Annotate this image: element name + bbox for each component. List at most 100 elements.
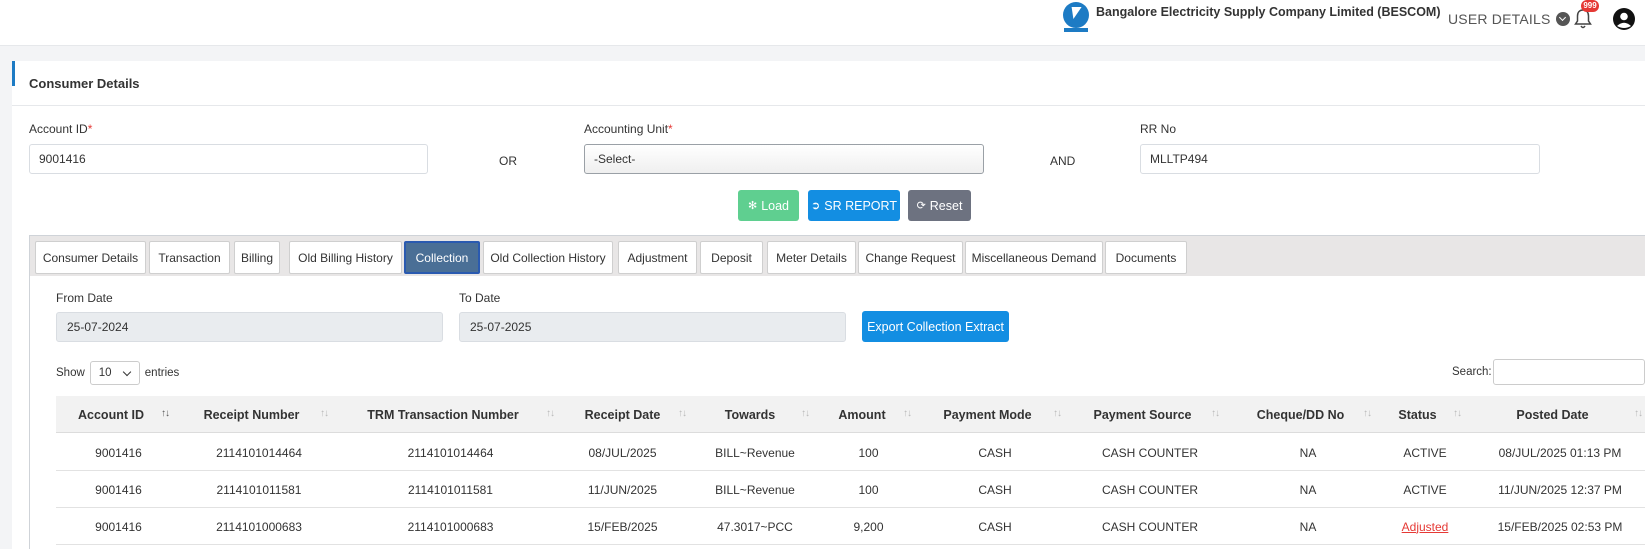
accounting-unit-label: Accounting Unit* xyxy=(584,122,673,136)
sort-icon[interactable]: ↑↓ xyxy=(1211,408,1220,419)
cell-payment-mode: CASH xyxy=(978,519,1012,534)
status-adjusted-link[interactable]: Adjusted xyxy=(1385,508,1465,545)
column-posted-date[interactable]: Posted Date xyxy=(1495,396,1610,433)
column-cheque-dd-no[interactable]: Cheque/DD No xyxy=(1243,396,1358,433)
cell-towards: BILL~Revenue xyxy=(715,445,795,460)
rr-no-label: RR No xyxy=(1140,122,1177,136)
cell-receipt-number: 2114101000683 xyxy=(216,519,302,534)
column-amount[interactable]: Amount xyxy=(822,396,902,433)
notification-badge: 999 xyxy=(1581,0,1599,12)
cell-cheque-dd-no: NA xyxy=(1299,482,1317,497)
user-details-menu[interactable]: USER DETAILS xyxy=(1448,11,1570,27)
cell-account-id: 9001416 xyxy=(95,519,142,534)
column-receipt-date[interactable]: Receipt Date xyxy=(570,396,675,433)
cell-payment-source: CASH COUNTER xyxy=(1101,519,1198,534)
cell-receipt-number: 2114101011581 xyxy=(216,482,302,497)
sort-icon[interactable]: ↑↓ xyxy=(546,408,555,419)
user-circle-icon[interactable] xyxy=(1612,7,1636,31)
company-name: Bangalore Electricity Supply Company Lim… xyxy=(1096,5,1441,19)
cell-amount: 100 xyxy=(858,482,879,497)
chevron-down-icon xyxy=(1555,12,1570,26)
search-input[interactable] xyxy=(1493,359,1645,385)
cell-cheque-dd-no: NA xyxy=(1299,445,1317,460)
arrow-circle-icon: ➲ xyxy=(811,200,821,212)
cell-receipt-date: 08/JUL/2025 xyxy=(588,445,657,460)
sr-report-button[interactable]: ➲ SR REPORT xyxy=(808,190,900,221)
sort-icon[interactable]: ↑↓ xyxy=(320,408,329,419)
sort-icon[interactable]: ↑↓ xyxy=(161,408,170,419)
column-status[interactable]: Status xyxy=(1385,396,1450,433)
tab-old-collection-history[interactable]: Old Collection History xyxy=(483,241,613,274)
tab-documents[interactable]: Documents xyxy=(1105,241,1187,274)
column-trm-transaction-number[interactable]: TRM Transaction Number xyxy=(357,396,529,433)
accounting-unit-select[interactable]: -Select- xyxy=(584,144,984,174)
sort-icon[interactable]: ↑↓ xyxy=(1634,408,1643,419)
card-accent xyxy=(12,61,15,86)
cell-receipt-date: 15/FEB/2025 xyxy=(587,519,658,534)
cell-amount: 100 xyxy=(858,445,879,460)
reset-button[interactable]: ⟳ Reset xyxy=(908,190,971,221)
sort-icon[interactable]: ↑↓ xyxy=(903,408,912,419)
tab-consumer-details[interactable]: Consumer Details xyxy=(35,241,146,274)
cell-status: ACTIVE xyxy=(1403,445,1447,460)
show-label: Show xyxy=(56,367,85,379)
cell-account-id: 9001416 xyxy=(95,445,142,460)
cell-payment-source: CASH COUNTER xyxy=(1101,445,1198,460)
cell-cheque-dd-no: NA xyxy=(1299,519,1317,534)
tab-miscellaneous-demand[interactable]: Miscellaneous Demand xyxy=(965,241,1103,274)
column-receipt-number[interactable]: Receipt Number xyxy=(185,396,318,433)
cell-posted-date: 15/FEB/2025 02:53 PM xyxy=(1497,519,1623,534)
search-label: Search: xyxy=(1452,366,1492,378)
column-account-id[interactable]: Account ID xyxy=(56,396,166,433)
page-length-control: Show 10 entries xyxy=(56,361,179,385)
from-date-input[interactable]: 25-07-2024 xyxy=(56,312,443,342)
tab-billing[interactable]: Billing xyxy=(234,241,280,274)
cell-status: ACTIVE xyxy=(1403,482,1447,497)
cell-payment-mode: CASH xyxy=(978,445,1012,460)
load-button[interactable]: ✻ Load xyxy=(738,190,799,221)
cell-receipt-number: 2114101014464 xyxy=(216,445,302,460)
cell-payment-source: CASH COUNTER xyxy=(1101,482,1198,497)
refresh-icon: ⟳ xyxy=(916,200,926,212)
sort-icon[interactable]: ↑↓ xyxy=(1053,408,1062,419)
column-payment-source[interactable]: Payment Source xyxy=(1080,396,1205,433)
tab-collection[interactable]: Collection xyxy=(404,241,480,274)
column-towards[interactable]: Towards xyxy=(705,396,795,433)
to-date-label: To Date xyxy=(459,291,501,305)
sort-icon[interactable]: ↑↓ xyxy=(1363,408,1372,419)
rr-no-input[interactable]: MLLTP494 xyxy=(1140,144,1540,174)
from-date-label: From Date xyxy=(56,291,113,305)
and-label: AND xyxy=(1050,154,1076,168)
tab-adjustment[interactable]: Adjustment xyxy=(618,241,697,274)
tab-old-billing-history[interactable]: Old Billing History xyxy=(289,241,402,274)
brand: Bangalore Electricity Supply Company Lim… xyxy=(1062,1,1441,33)
entries-label: entries xyxy=(144,367,180,379)
cell-towards: BILL~Revenue xyxy=(715,482,795,497)
cell-amount: 9,200 xyxy=(853,519,884,534)
page-length-select[interactable]: 10 xyxy=(89,361,140,385)
account-id-input[interactable]: 9001416 xyxy=(29,144,428,174)
tab-deposit[interactable]: Deposit xyxy=(700,241,763,274)
cell-account-id: 9001416 xyxy=(95,482,142,497)
cell-posted-date: 11/JUN/2025 12:37 PM xyxy=(1498,482,1622,497)
tab-change-request[interactable]: Change Request xyxy=(858,241,963,274)
tab-transaction[interactable]: Transaction xyxy=(149,241,230,274)
section-title: Consumer Details xyxy=(29,76,140,91)
sort-icon[interactable]: ↑↓ xyxy=(678,408,687,419)
cell-posted-date: 08/JUL/2025 01:13 PM xyxy=(1498,445,1622,460)
sort-icon[interactable]: ↑↓ xyxy=(1453,408,1462,419)
column-payment-mode[interactable]: Payment Mode xyxy=(930,396,1045,433)
cell-trm-transaction-number: 2114101000683 xyxy=(407,519,494,534)
cell-receipt-date: 11/JUN/2025 xyxy=(587,482,658,497)
cell-payment-mode: CASH xyxy=(978,482,1012,497)
sort-icon[interactable]: ↑↓ xyxy=(801,408,810,419)
user-details-label: USER DETAILS xyxy=(1448,11,1551,27)
account-id-label: Account ID* xyxy=(29,122,93,136)
tab-meter-details[interactable]: Meter Details xyxy=(767,241,856,274)
or-label: OR xyxy=(499,154,517,168)
export-collection-button[interactable]: Export Collection Extract xyxy=(862,311,1009,342)
divider xyxy=(12,105,1645,106)
to-date-input[interactable]: 25-07-2025 xyxy=(459,312,846,342)
cell-trm-transaction-number: 2114101011581 xyxy=(408,482,493,497)
spinner-icon: ✻ xyxy=(747,200,758,212)
